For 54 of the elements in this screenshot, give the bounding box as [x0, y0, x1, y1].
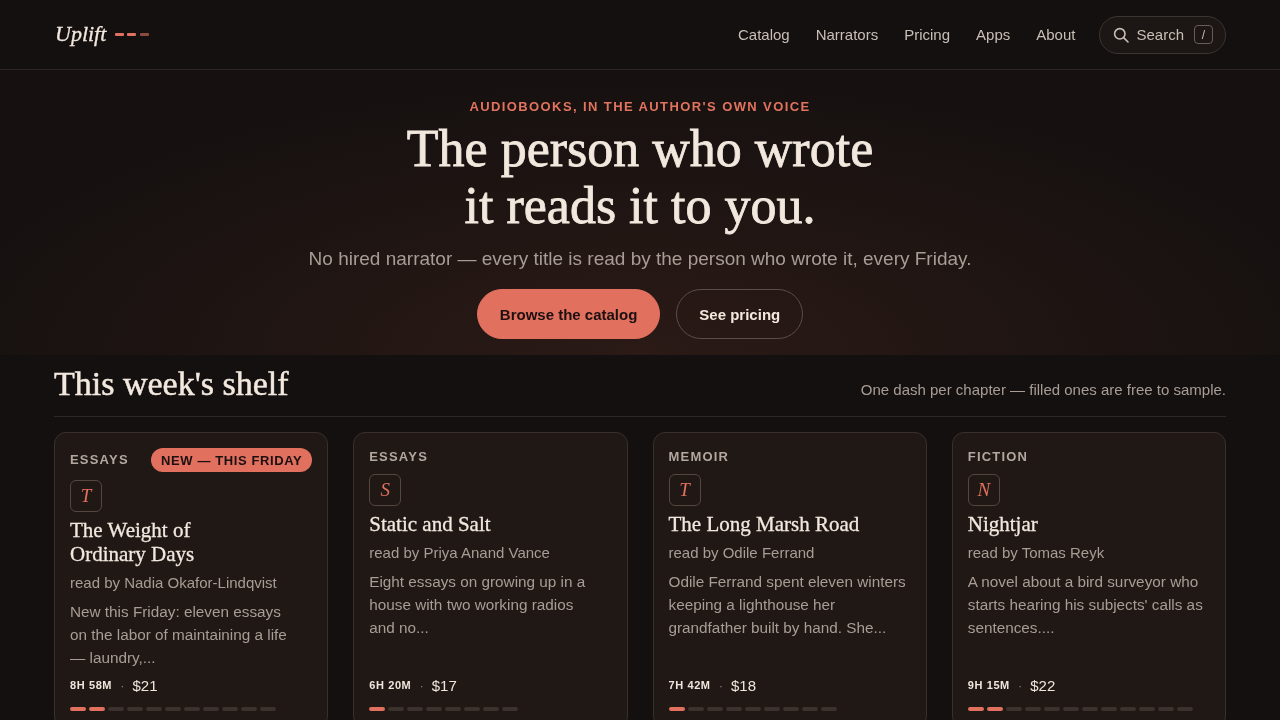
section-note: One dash per chapter — filled ones are free to sample. [860, 381, 1226, 398]
hero-headline: The person who wrote it reads it to you. [405, 120, 875, 234]
new-badge: NEW — THIS FRIDAY [151, 448, 313, 472]
logo-link[interactable]: Uplift [55, 20, 150, 47]
narrator-text: read by Nadia Okafor-Lindqvist [70, 573, 277, 593]
narrator-text: read by Priya Anand Vance [369, 543, 550, 563]
cover-initial: S [369, 474, 402, 506]
separator-text: · [120, 677, 125, 693]
shortcut-key: / [1194, 25, 1213, 44]
search-icon [1113, 26, 1130, 43]
outline-button[interactable]: See pricing [676, 289, 804, 339]
book-description: A novel about a bird surveyor who starts hearing his subjects' calls as sentences.... [967, 572, 1204, 638]
search-button[interactable]: Search / [1099, 15, 1226, 54]
section-title: This week's shelf [54, 364, 289, 404]
nav-link[interactable]: Narrators [815, 26, 879, 43]
hero-subtitle: No hired narrator — every title is read by the person who wrote it, every Friday. [307, 247, 973, 271]
price-text: $22 [1030, 676, 1056, 694]
nav-link[interactable]: About [1036, 26, 1076, 43]
book-card[interactable]: MEMOIR T The Long Marsh Road read by Odile Ferrand Odile Ferrand spent eleven winters keeping a lighthouse her grandfather built by hand. She... 7H 42M · $18 [652, 432, 927, 720]
book-card[interactable]: ESSAYS NEW — THIS FRIDAY T The Weight of Ordinary Days read by Nadia Okafor-Lindqvist New this Friday: eleven essays on the labor of maintaining a life — laundry,... 8H 58M · $21 [54, 432, 329, 720]
price-text: $18 [730, 676, 756, 694]
cover-initial: N [967, 474, 1000, 506]
price-text: $21 [132, 676, 158, 694]
duration-text: 8H 58M [70, 679, 113, 691]
narrator-text: read by Odile Ferrand [668, 543, 815, 563]
book-card[interactable]: ESSAYS S Static and Salt read by Priya Anand Vance Eight essays on growing up in a house with two working radios and no... 6H 20M · $17 [353, 432, 628, 720]
book-description: Eight essays on growing up in a house with two working radios and no... [369, 572, 587, 638]
separator-text: · [1017, 677, 1023, 693]
narrator-text: read by Tomas Reyk [967, 543, 1105, 563]
book-title: Nightjar [967, 512, 1038, 536]
nav-link[interactable]: Apps [976, 26, 1011, 43]
category-label: ESSAYS [369, 448, 428, 466]
cover-initial: T [668, 474, 701, 506]
primary-button[interactable]: Browse the catalog [476, 289, 661, 339]
book-title: The Long Marsh Road [668, 512, 860, 536]
price-text: $17 [431, 676, 457, 694]
book-card[interactable]: FICTION N Nightjar read by Tomas Reyk A novel about a bird surveyor who starts hearing his subjects' calls as sentences.... 9H 15M · $22 [951, 432, 1226, 720]
dashes-icon [115, 33, 150, 36]
duration-text: 7H 42M [668, 679, 711, 691]
book-title: The Weight of Ordinary Days [70, 518, 196, 566]
book-title: Static and Salt [369, 512, 491, 536]
duration-text: 6H 20M [369, 679, 412, 691]
eyebrow-text: AUDIOBOOKS, IN THE AUTHOR'S OWN VOICE [468, 98, 812, 116]
separator-text: · [419, 677, 424, 693]
book-description: Odile Ferrand spent eleven winters keeping a lighthouse her grandfather built by hand. She... [668, 572, 907, 638]
category-label: ESSAYS [70, 451, 129, 469]
category-label: FICTION [967, 448, 1029, 466]
category-label: MEMOIR [668, 448, 730, 466]
nav-link[interactable]: Catalog [738, 26, 790, 43]
nav-link[interactable]: Pricing [904, 26, 951, 43]
duration-text: 9H 15M [967, 679, 1010, 691]
cover-initial: T [70, 480, 102, 512]
separator-text: · [718, 677, 723, 693]
book-description: New this Friday: eleven essays on the labor of maintaining a life — laundry,... [70, 602, 288, 668]
